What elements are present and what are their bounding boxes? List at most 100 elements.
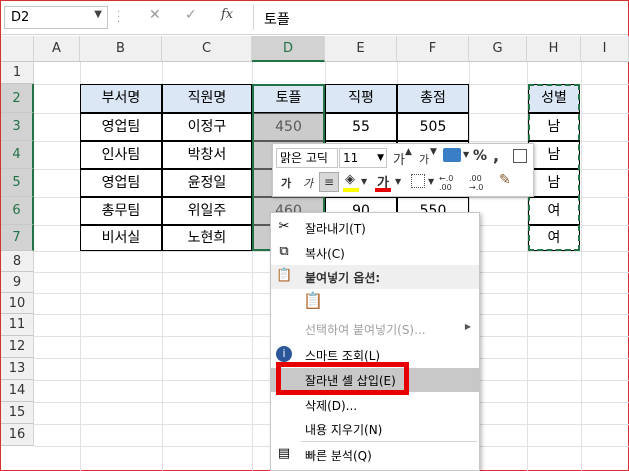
format-painter-icon[interactable]: ✎ bbox=[499, 172, 511, 188]
row-header-8[interactable]: 8 bbox=[1, 251, 34, 272]
row-header-15[interactable]: 15 bbox=[1, 402, 34, 424]
font-size-value: 11 bbox=[343, 151, 359, 165]
table-cell[interactable]: 505 bbox=[397, 113, 469, 141]
row-header-2[interactable]: 2 bbox=[1, 84, 34, 113]
font-name-box[interactable]: 맑은 고딕 bbox=[276, 148, 338, 168]
info-icon: i bbox=[276, 346, 292, 362]
table-cell[interactable]: 인사팀 bbox=[80, 141, 162, 169]
clipboard-icon: 📋 bbox=[276, 268, 293, 283]
percent-style-button[interactable]: % bbox=[473, 148, 487, 164]
row-header-12[interactable]: 12 bbox=[1, 336, 34, 358]
gender-header-cell[interactable]: 성별 bbox=[528, 84, 580, 113]
chevron-down-icon[interactable]: ▼ bbox=[94, 9, 102, 20]
row-header-13[interactable]: 13 bbox=[1, 358, 34, 380]
chevron-down-icon[interactable]: ▼ bbox=[463, 150, 469, 159]
row-header-7[interactable]: 7 bbox=[1, 225, 34, 251]
chevron-down-icon[interactable]: ▼ bbox=[377, 149, 384, 167]
chevron-down-icon[interactable]: ▼ bbox=[361, 177, 367, 186]
font-name-value: 맑은 고딕 bbox=[280, 151, 328, 165]
insert-function-button[interactable]: fx bbox=[221, 7, 233, 22]
menu-item-label: 잘라내기(T) bbox=[305, 222, 366, 236]
align-center-icon[interactable]: ≡ bbox=[319, 172, 339, 192]
column-header-c[interactable]: C bbox=[162, 36, 252, 62]
row-header-3[interactable]: 3 bbox=[1, 113, 34, 141]
menu-item-label: 내용 지우기(N) bbox=[305, 423, 383, 437]
menu-separator bbox=[301, 441, 477, 442]
menu-item-cut[interactable]: ✂ 잘라내기(T) bbox=[271, 216, 479, 240]
menu-item-label: 삭제(D)... bbox=[305, 399, 358, 413]
name-box-value: D2 bbox=[11, 10, 30, 25]
row-header-10[interactable]: 10 bbox=[1, 293, 34, 314]
format-table-icon[interactable] bbox=[513, 149, 527, 163]
shrink-arrow-icon: ▼ bbox=[430, 147, 437, 157]
table-cell[interactable]: 이정구 bbox=[162, 113, 252, 141]
cancel-icon[interactable]: ✕ bbox=[149, 7, 161, 23]
table-cell[interactable]: 영업팀 bbox=[80, 169, 162, 197]
paste-option-paste[interactable]: 📋 bbox=[271, 289, 479, 317]
column-header-h[interactable]: H bbox=[527, 36, 581, 62]
column-header-i[interactable]: I bbox=[581, 36, 629, 62]
menu-item-quick-analysis[interactable]: ▤ 빠른 분석(Q) bbox=[271, 443, 479, 467]
menu-item-paste-special[interactable]: 선택하여 붙여넣기(S)... ▶ bbox=[271, 317, 479, 341]
table-header-cell[interactable]: 토플 bbox=[252, 84, 325, 113]
table-header-cell[interactable]: 부서명 bbox=[80, 84, 162, 113]
grow-font-button[interactable]: 가 bbox=[393, 149, 405, 168]
chevron-down-icon[interactable]: ▼ bbox=[395, 177, 401, 186]
borders-icon[interactable] bbox=[411, 174, 425, 188]
row-header-16[interactable]: 16 bbox=[1, 424, 34, 446]
table-cell[interactable]: 윤정일 bbox=[162, 169, 252, 197]
annotation-highlight-box bbox=[276, 362, 409, 395]
table-cell[interactable]: 노현희 bbox=[162, 225, 252, 251]
comma-style-button[interactable]: , bbox=[493, 146, 499, 165]
gender-cell[interactable]: 여 bbox=[528, 197, 580, 225]
row-header-5[interactable]: 5 bbox=[1, 169, 34, 197]
shrink-font-button[interactable]: 가 bbox=[419, 151, 429, 167]
fill-color-swatch bbox=[343, 188, 359, 192]
italic-button[interactable]: 가 bbox=[303, 175, 313, 191]
column-header-e[interactable]: E bbox=[325, 36, 397, 62]
menu-item-clear-contents[interactable]: 내용 지우기(N) bbox=[271, 417, 479, 441]
table-header-cell[interactable]: 총점 bbox=[397, 84, 469, 113]
table-cell[interactable]: 위일주 bbox=[162, 197, 252, 225]
font-size-box[interactable]: 11 ▼ bbox=[339, 148, 387, 168]
column-header-d[interactable]: D bbox=[252, 36, 325, 62]
menu-item-delete[interactable]: 삭제(D)... bbox=[271, 393, 479, 417]
table-header-cell[interactable]: 직평 bbox=[325, 84, 397, 113]
select-all-corner[interactable] bbox=[1, 36, 34, 62]
formula-bar: D2 ▼ · · · ✕ ✓ fx 토플 bbox=[1, 1, 628, 35]
accounting-format-icon[interactable] bbox=[443, 148, 461, 162]
row-header-11[interactable]: 11 bbox=[1, 314, 34, 336]
bold-button[interactable]: 가 bbox=[281, 175, 291, 191]
row-header-6[interactable]: 6 bbox=[1, 197, 34, 225]
row-header-9[interactable]: 9 bbox=[1, 272, 34, 293]
increase-decimal-button[interactable]: ←.0 .00 bbox=[439, 174, 467, 192]
gender-cell[interactable]: 여 bbox=[528, 225, 580, 251]
table-cell[interactable]: 총무팀 bbox=[80, 197, 162, 225]
column-header-g[interactable]: G bbox=[469, 36, 527, 62]
table-cell[interactable]: 비서실 bbox=[80, 225, 162, 251]
gender-cell[interactable]: 남 bbox=[528, 141, 580, 169]
row-header-1[interactable]: 1 bbox=[1, 62, 34, 84]
column-header-a[interactable]: A bbox=[34, 36, 80, 62]
menu-item-label: 선택하여 붙여넣기(S)... bbox=[305, 323, 426, 337]
decrease-decimal-button[interactable]: .00 →.0 bbox=[469, 174, 497, 192]
row-header-4[interactable]: 4 bbox=[1, 141, 34, 169]
menu-item-label: 복사(C) bbox=[305, 247, 345, 261]
table-cell[interactable]: 55 bbox=[325, 113, 397, 141]
column-header-f[interactable]: F bbox=[397, 36, 469, 62]
menu-item-copy[interactable]: ⧉ 복사(C) bbox=[271, 241, 479, 265]
gender-cell[interactable]: 남 bbox=[528, 113, 580, 141]
table-cell[interactable]: 박창서 bbox=[162, 141, 252, 169]
formula-input[interactable]: 토플 bbox=[253, 5, 628, 30]
enter-icon[interactable]: ✓ bbox=[185, 7, 197, 23]
name-box[interactable]: D2 ▼ bbox=[4, 6, 108, 29]
drag-handle-icon[interactable]: · · · bbox=[117, 8, 123, 28]
gender-cell[interactable]: 남 bbox=[528, 169, 580, 197]
paste-options-header: 📋 붙여넣기 옵션: bbox=[271, 265, 479, 289]
table-header-cell[interactable]: 직원명 bbox=[162, 84, 252, 113]
fill-color-icon[interactable]: ◈ bbox=[345, 172, 355, 187]
chevron-down-icon[interactable]: ▼ bbox=[428, 177, 434, 186]
column-header-b[interactable]: B bbox=[80, 36, 162, 62]
table-cell[interactable]: 영업팀 bbox=[80, 113, 162, 141]
row-header-14[interactable]: 14 bbox=[1, 380, 34, 402]
